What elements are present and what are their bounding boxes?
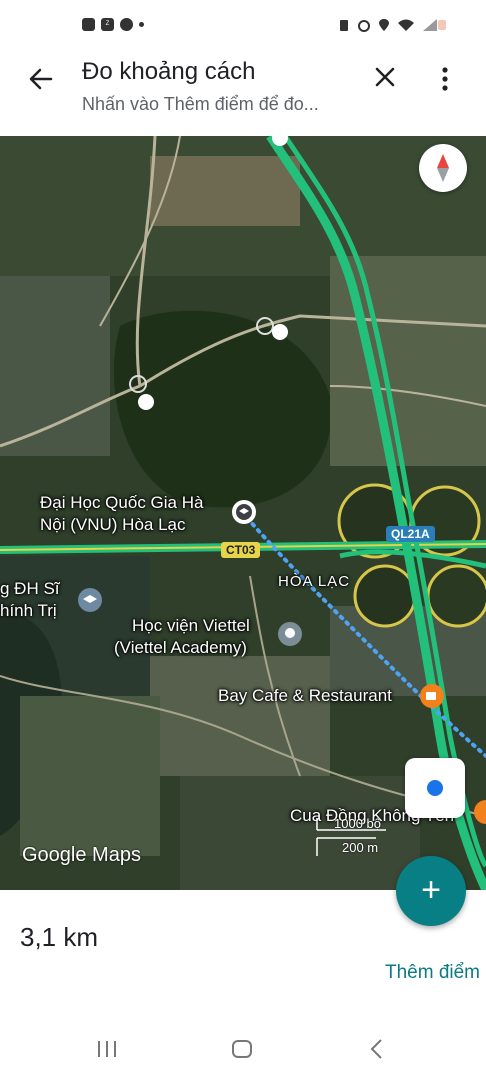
status-bar: Z xyxy=(0,0,486,52)
battery-saver-icon xyxy=(340,20,348,31)
system-icons xyxy=(338,18,438,32)
my-location-icon xyxy=(427,780,443,796)
google-maps-logo: Google Maps xyxy=(22,844,141,866)
add-icon: + xyxy=(421,871,441,909)
add-point-button[interactable]: Thêm điểm xyxy=(385,962,480,984)
add-point-fab[interactable]: + xyxy=(396,856,466,926)
photo-icon xyxy=(82,18,95,31)
app-header: Đo khoảng cách Nhấn vào Thêm điểm để đo.… xyxy=(0,52,486,136)
system-nav-bar xyxy=(0,1018,486,1080)
scale-metric: 200 m xyxy=(342,840,379,855)
school-pin-icon[interactable] xyxy=(76,586,104,614)
map-label-viettel[interactable]: Học viện Viettel xyxy=(132,616,250,636)
back-arrow-icon[interactable] xyxy=(24,62,58,96)
road-tag-ql21a: QL21A xyxy=(386,526,435,542)
signal-icon xyxy=(423,19,437,31)
page-subtitle: Nhấn vào Thêm điểm để đo... xyxy=(82,94,319,114)
map-label-hoa-lac: HÒA LẠC xyxy=(278,573,351,590)
wifi-icon xyxy=(398,19,414,31)
nav-back-icon[interactable] xyxy=(368,1038,386,1060)
road-tag-ct03: CT03 xyxy=(221,542,261,558)
notification-icons: Z xyxy=(82,18,144,31)
measure-start-marker[interactable] xyxy=(230,498,258,526)
satellite-map[interactable]: Đại Học Quốc Gia Hà Nội (VNU) Hòa Lạc g … xyxy=(0,136,486,890)
map-label-vnu-2[interactable]: Nội (VNU) Hòa Lạc xyxy=(40,515,186,535)
map-label-viettel-2[interactable]: (Viettel Academy) xyxy=(114,638,247,658)
map-label-dh-2[interactable]: hính Trị xyxy=(0,601,57,621)
cafe-pin-icon[interactable] xyxy=(418,682,446,710)
my-location-button[interactable] xyxy=(405,758,465,818)
messenger-icon xyxy=(120,18,133,31)
more-notifications-icon xyxy=(139,22,144,27)
alarm-icon xyxy=(358,20,370,32)
map-scale: 1000 bộ 200 m xyxy=(316,816,396,856)
place-pin-icon[interactable] xyxy=(276,620,304,648)
scale-imperial: 1000 bộ xyxy=(334,816,381,831)
close-icon[interactable] xyxy=(370,62,400,92)
compass-icon xyxy=(437,154,449,182)
compass-button[interactable] xyxy=(419,144,467,192)
more-vert-icon[interactable] xyxy=(430,62,460,96)
zalo-icon: Z xyxy=(101,18,114,31)
map-label-dh[interactable]: g ĐH Sĩ xyxy=(0,579,60,599)
page-title: Đo khoảng cách xyxy=(82,58,256,85)
battery-icon xyxy=(438,20,446,30)
measured-distance: 3,1 km xyxy=(20,922,99,952)
recents-icon[interactable] xyxy=(96,1040,118,1058)
location-icon xyxy=(379,19,389,31)
map-label-vnu[interactable]: Đại Học Quốc Gia Hà xyxy=(40,493,203,513)
map-label-bay-cafe[interactable]: Bay Cafe & Restaurant xyxy=(218,686,392,706)
home-icon[interactable] xyxy=(232,1040,252,1058)
